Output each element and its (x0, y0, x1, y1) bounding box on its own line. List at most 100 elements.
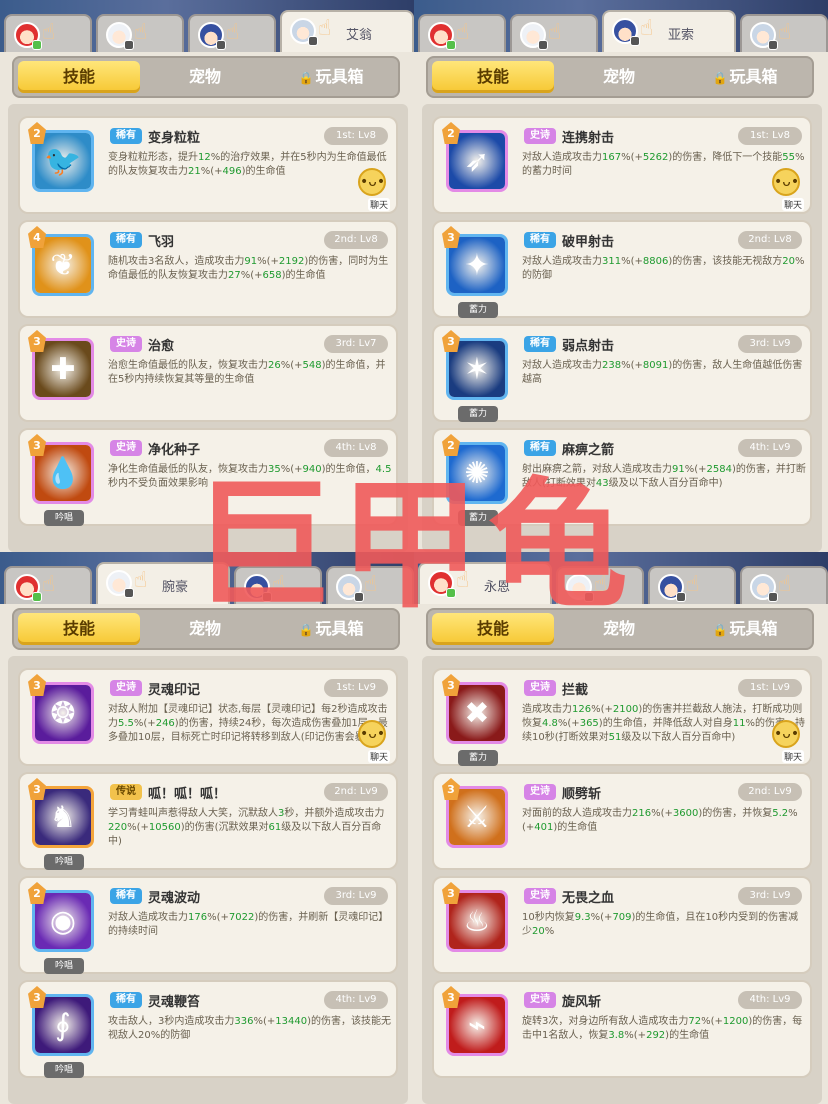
rarity-badge: 稀有 (524, 440, 556, 456)
skill-card[interactable]: ∮ 3 吟唱 稀有 灵魂鞭笞 4th: Lv9 攻击敌人，3秒内造成攻击力336%(+134… (18, 980, 398, 1078)
rarity-badge: 史诗 (110, 336, 142, 352)
hero-tab-2[interactable]: ☝ (96, 14, 184, 52)
tab-skills[interactable]: 技能 (18, 61, 140, 93)
hero-tab-4[interactable]: ☝ (326, 566, 414, 604)
hero-tab-4[interactable]: ☝ (740, 566, 828, 604)
chat-button[interactable]: •ᴗ• 聊天 (354, 168, 392, 212)
skill-slot-level: 1st: Lv8 (738, 127, 802, 145)
skill-name: 变身粒粒 (148, 131, 201, 146)
rarity-badge: 史诗 (524, 992, 556, 1008)
hero-tab-3[interactable]: ☝ 亚索 (602, 10, 736, 52)
smile-face-icon: •ᴗ• (772, 168, 800, 196)
skill-description: 对敌人造成攻击力311%(+8806)的伤害，该技能无视敌方20%的防御 (522, 256, 805, 281)
skill-card[interactable]: ✺ 2 蓄力 稀有 麻痹之箭 4th: Lv9 射出麻痹之箭，对敌人造成攻击力91%(+25… (432, 428, 812, 526)
lock-icon: 🔒 (712, 623, 728, 637)
skill-name: 弱点射击 (562, 339, 615, 354)
hero-tab-1[interactable]: ☝ 永恩 (418, 562, 552, 604)
skill-card[interactable]: ✶ 3 蓄力 稀有 弱点射击 3rd: Lv9 对敌人造成攻击力238%(+8091)的伤害… (432, 324, 812, 422)
skill-card[interactable]: ❦ 4 稀有 飞羽 2nd: Lv8 随机攻击3名敌人，造成攻击力91%(+2192)的伤… (18, 220, 398, 318)
hero-tab-3[interactable]: ☝ (188, 14, 276, 52)
tab-skills[interactable]: 技能 (432, 613, 554, 645)
cast-type-badge: 蓄力 (458, 302, 498, 318)
pointing-hand-icon: ☝ (456, 568, 470, 593)
rarity-badge: 稀有 (110, 232, 142, 248)
hero-tab-2[interactable]: ☝ (510, 14, 598, 52)
section-tabs: 技能 宠物 🔒 玩具箱 (12, 608, 400, 650)
hero-tab-4[interactable]: ☝ 艾翁 (280, 10, 414, 52)
tab-toybox[interactable]: 🔒 玩具箱 (684, 613, 806, 645)
chat-button[interactable]: •ᴗ• 聊天 (354, 720, 392, 764)
rarity-badge: 稀有 (524, 232, 556, 248)
tab-label: 玩具箱 (315, 67, 364, 86)
lock-icon: 🔒 (298, 623, 314, 637)
rarity-badge: 稀有 (524, 336, 556, 352)
hero-tab-2[interactable]: ☝ 腕豪 (96, 562, 230, 604)
section-tabs: 技能 宠物 🔒 玩具箱 (12, 56, 400, 98)
hero-tab-2[interactable]: ☝ (556, 566, 644, 604)
tab-toybox[interactable]: 🔒 玩具箱 (270, 61, 392, 93)
tab-pets[interactable]: 宠物 (144, 613, 266, 645)
skill-tier-badge: 2 (442, 122, 460, 144)
skill-description: 对敌人造成攻击力167%(+5262)的伤害，降低下一个技能55%的蓄力时间 (522, 152, 805, 177)
chat-button[interactable]: •ᴗ• 聊天 (768, 720, 806, 764)
hero-tab-3[interactable]: ☝ (648, 566, 736, 604)
skill-tier-badge: 3 (442, 226, 460, 248)
tab-skills[interactable]: 技能 (18, 613, 140, 645)
tab-toybox[interactable]: 🔒 玩具箱 (684, 61, 806, 93)
tab-pets[interactable]: 宠物 (144, 61, 266, 93)
skill-card[interactable]: ◉ 2 吟唱 稀有 灵魂波动 3rd: Lv9 对敌人造成攻击力176%(+7022)的伤害… (18, 876, 398, 974)
status-dot-icon (308, 36, 318, 46)
skill-description: 对敌人造成攻击力238%(+8091)的伤害，敌人生命值越低伤害越高 (522, 360, 803, 385)
skill-description: 学习青蛙叫声惹得敌人大笑，沉默敌人3秒，并额外造成攻击力220%(+10560)… (108, 808, 385, 847)
tab-skills[interactable]: 技能 (432, 61, 554, 93)
skill-card[interactable]: ✦ 3 蓄力 稀有 破甲射击 2nd: Lv8 对敌人造成攻击力311%(+8806)的伤害… (432, 220, 812, 318)
skill-card[interactable]: ❂ 3 史诗 灵魂印记 1st: Lv9 对敌人附加【灵魂印记】状态,每层【灵魂印记】每2… (18, 668, 398, 766)
rarity-badge: 史诗 (524, 888, 556, 904)
skill-tier-badge: 3 (442, 986, 460, 1008)
pointing-hand-icon: ☝ (364, 572, 378, 597)
tab-label: 技能 (62, 67, 95, 86)
status-dot-icon (446, 588, 456, 598)
lock-icon: 🔒 (712, 71, 728, 85)
skill-description: 对面前的敌人造成攻击力216%(+3600)的伤害，并恢复5.2%(+401)的… (522, 808, 798, 833)
skill-card[interactable]: ➶ 2 史诗 连携射击 1st: Lv8 对敌人造成攻击力167%(+5262)的伤害，降… (432, 116, 812, 214)
tab-pets[interactable]: 宠物 (558, 613, 680, 645)
rarity-badge: 稀有 (110, 992, 142, 1008)
hero-tab-4[interactable]: ☝ (740, 14, 828, 52)
rarity-badge: 史诗 (524, 128, 556, 144)
skill-card[interactable]: ⚔ 3 史诗 顺劈斩 2nd: Lv9 对面前的敌人造成攻击力216%(+3600)的伤害… (432, 772, 812, 870)
pointing-hand-icon: ☝ (594, 572, 608, 597)
skill-card[interactable]: ✖ 3 蓄力 史诗 拦截 1st: Lv9 造成攻击力126%(+2100)的伤害并拦截敌人… (432, 668, 812, 766)
skill-name: 旋风斩 (562, 995, 602, 1010)
skill-name: 呱！呱！呱！ (148, 787, 227, 802)
hero-tab-3[interactable]: ☝ (234, 566, 322, 604)
skill-card[interactable]: 🐦 2 稀有 变身粒粒 1st: Lv8 变身粒粒形态，提升12%的治疗效果，并在5秒内为… (18, 116, 398, 214)
skill-card[interactable]: ⌁ 3 史诗 旋风斩 4th: Lv9 旋转3次，对身边所有敌人造成攻击力72%(+120… (432, 980, 812, 1078)
hero-tab-1[interactable]: ☝ (4, 14, 92, 52)
skill-slot-level: 4th: Lv9 (324, 991, 388, 1009)
skill-slot-level: 1st: Lv9 (324, 679, 388, 697)
tab-pets[interactable]: 宠物 (558, 61, 680, 93)
skill-card[interactable]: ♞ 3 吟唱 传说 呱！呱！呱！ 2nd: Lv9 学习青蛙叫声惹得敌人大笑，沉默敌人3秒，… (18, 772, 398, 870)
status-dot-icon (216, 40, 226, 50)
skill-name: 破甲射击 (562, 235, 615, 250)
tab-toybox[interactable]: 🔒 玩具箱 (270, 613, 392, 645)
skill-name: 麻痹之箭 (562, 443, 615, 458)
smile-face-icon: •ᴗ• (772, 720, 800, 748)
pointing-hand-icon: ☝ (548, 20, 562, 45)
tab-label: 技能 (476, 619, 509, 638)
skill-card[interactable]: 💧 3 吟唱 史诗 净化种子 4th: Lv8 净化生命值最低的队友，恢复攻击力35%(+9… (18, 428, 398, 526)
skill-description: 随机攻击3名敌人，造成攻击力91%(+2192)的伤害，同时为生命值最低的队友恢… (108, 256, 389, 281)
screenshot-collage: ☝ ☝ ☝ ☝ 艾翁 技能 宠物 🔒 玩具箱 🐦 2 稀有 变身粒粒 1st: Lv8 变身粒粒形态，提升1… (0, 0, 828, 1104)
skill-card[interactable]: ♨ 3 史诗 无畏之血 3rd: Lv9 10秒内恢复9.3%(+709)的生命值，且在1… (432, 876, 812, 974)
hero-tab-1[interactable]: ☝ (418, 14, 506, 52)
chat-label: 聊天 (781, 198, 804, 211)
chat-button[interactable]: •ᴗ• 聊天 (768, 168, 806, 212)
skill-slot-level: 1st: Lv9 (738, 679, 802, 697)
skill-list: 🐦 2 稀有 变身粒粒 1st: Lv8 变身粒粒形态，提升12%的治疗效果，并在5秒内为… (8, 104, 408, 552)
hero-name: 永恩 (484, 580, 511, 595)
hero-tab-1[interactable]: ☝ (4, 566, 92, 604)
skill-name: 治愈 (148, 339, 175, 354)
skill-card[interactable]: ✚ 3 史诗 治愈 3rd: Lv7 治愈生命值最低的队友，恢复攻击力26%(+548)的… (18, 324, 398, 422)
skill-tier-badge: 3 (28, 986, 46, 1008)
